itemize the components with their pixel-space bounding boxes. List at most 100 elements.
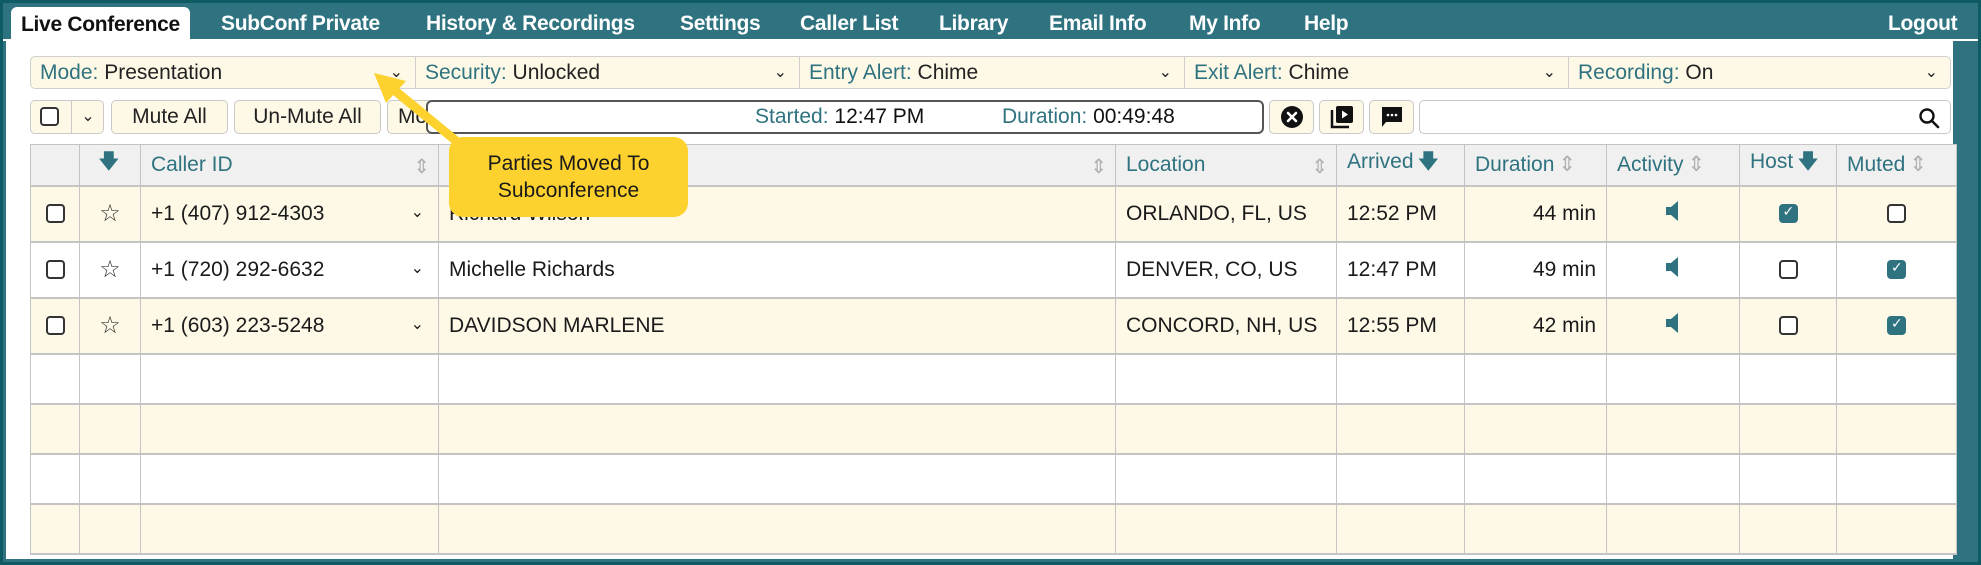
chat-bubble-icon <box>1381 107 1402 127</box>
header-activity[interactable]: Activity ⇕ <box>1606 144 1740 186</box>
chevron-down-icon[interactable]: ⌄ <box>411 202 424 222</box>
callout-tooltip: Parties Moved To Subconference <box>449 137 688 217</box>
empty-cell <box>1115 403 1337 454</box>
empty-cell <box>79 453 141 504</box>
sort-updown-icon: ⇕ <box>1558 153 1576 177</box>
playlist-button[interactable] <box>1319 100 1364 134</box>
empty-cell <box>1464 353 1607 404</box>
host-checkbox[interactable] <box>1778 203 1798 224</box>
header-favorite-sort[interactable]: 🡇 <box>79 144 141 186</box>
logout-button[interactable]: Logout <box>1888 6 1958 41</box>
arrived-cell: 12:52 PM <box>1336 185 1465 242</box>
row-checkbox[interactable] <box>45 260 65 280</box>
select-all-checkbox[interactable] <box>40 107 59 126</box>
tab-settings[interactable]: Settings <box>680 6 761 41</box>
favorite-cell: ☆ <box>79 185 141 242</box>
mode-dropdown[interactable]: Mode: Presentation ⌄ <box>31 57 416 88</box>
tab-live-conference[interactable]: Live Conference <box>11 7 190 43</box>
empty-cell <box>30 503 80 554</box>
recording-dropdown[interactable]: Recording: On ⌄ <box>1569 57 1950 88</box>
tab-library[interactable]: Library <box>939 6 1008 41</box>
empty-cell <box>438 403 1116 454</box>
header-location[interactable]: Location ⇕ <box>1115 144 1337 186</box>
row-select-cell <box>30 185 80 242</box>
empty-cell <box>1336 353 1465 404</box>
empty-cell <box>140 353 439 404</box>
row-checkbox[interactable] <box>45 204 65 224</box>
star-icon[interactable]: ☆ <box>99 312 121 339</box>
empty-cell <box>1336 503 1465 554</box>
muted-checkbox[interactable] <box>1887 204 1906 224</box>
empty-cell <box>1336 403 1465 454</box>
sort-updown-icon: ⇕ <box>1687 153 1706 177</box>
conference-settings-bar: Mode: Presentation ⌄ Security: Unlocked … <box>30 56 1951 89</box>
started-label: Started: <box>755 105 829 128</box>
tab-subconf-private[interactable]: SubConf Private <box>221 6 380 41</box>
header-muted[interactable]: Muted ⇕ <box>1836 144 1957 186</box>
empty-cell <box>30 453 80 504</box>
empty-cell <box>140 403 439 454</box>
empty-table-row <box>30 353 1957 404</box>
table-row[interactable]: ☆ +1 (603) 223-5248 ⌄ DAVIDSON MARLENE CONCO… <box>30 297 1957 354</box>
muted-cell <box>1836 241 1957 298</box>
tab-history-recordings[interactable]: History & Recordings <box>426 6 635 41</box>
empty-cell <box>1606 403 1740 454</box>
host-checkbox[interactable] <box>1778 316 1798 336</box>
chevron-down-icon[interactable]: ⌄ <box>411 258 424 278</box>
arrow-down-icon: 🡇 <box>98 150 120 174</box>
chevron-down-icon[interactable]: ⌄ <box>411 314 424 334</box>
empty-cell <box>1464 503 1607 554</box>
tab-help[interactable]: Help <box>1304 6 1349 41</box>
star-icon[interactable]: ☆ <box>99 200 121 227</box>
empty-cell <box>140 453 439 504</box>
chat-button[interactable] <box>1369 100 1414 134</box>
mute-all-button[interactable]: Mute All <box>111 100 228 134</box>
empty-cell <box>1739 503 1837 554</box>
empty-cell <box>79 503 141 554</box>
header-arrived[interactable]: Arrived 🡇 <box>1336 144 1465 186</box>
empty-cell <box>1836 453 1957 504</box>
header-select <box>30 144 80 186</box>
table-row[interactable]: ☆ +1 (720) 292-6632 ⌄ Michelle Richards DENV… <box>30 241 1957 298</box>
row-checkbox[interactable] <box>45 316 65 336</box>
empty-cell <box>1115 353 1337 404</box>
search-input[interactable] <box>1426 101 1906 131</box>
video-library-icon <box>1330 106 1353 129</box>
empty-cell <box>438 503 1116 554</box>
activity-cell <box>1606 185 1740 242</box>
tab-caller-list[interactable]: Caller List <box>800 6 899 41</box>
tab-my-info[interactable]: My Info <box>1189 6 1261 41</box>
empty-cell <box>438 353 1116 404</box>
header-duration[interactable]: Duration ⇕ <box>1464 144 1607 186</box>
empty-table-row <box>30 403 1957 454</box>
arrow-down-icon: 🡇 <box>1797 150 1819 174</box>
entry-alert-dropdown[interactable]: Entry Alert: Chime ⌄ <box>800 57 1185 88</box>
caller-id-cell: +1 (603) 223-5248 ⌄ <box>140 297 439 354</box>
host-cell <box>1739 241 1837 298</box>
unmute-all-button[interactable]: Un-Mute All <box>234 100 381 134</box>
end-conference-button[interactable] <box>1269 100 1314 134</box>
empty-cell <box>1739 353 1837 404</box>
empty-cell <box>79 403 141 454</box>
empty-cell <box>1464 453 1607 504</box>
row-select-cell <box>30 241 80 298</box>
empty-cell <box>1606 453 1740 504</box>
select-menu-chevron-icon[interactable]: ⌄ <box>71 101 104 133</box>
muted-checkbox[interactable] <box>1887 259 1906 280</box>
header-host[interactable]: Host 🡇 <box>1739 144 1837 186</box>
arrived-cell: 12:55 PM <box>1336 297 1465 354</box>
search-icon[interactable] <box>1918 107 1940 129</box>
star-icon[interactable]: ☆ <box>99 256 121 283</box>
muted-checkbox[interactable] <box>1887 315 1906 336</box>
tab-email-info[interactable]: Email Info <box>1049 6 1147 41</box>
host-checkbox[interactable] <box>1778 260 1798 280</box>
table-row[interactable]: ☆+1 (407) 912-4303⌄Richard WilsonORLANDO… <box>30 185 1957 242</box>
empty-cell <box>1606 503 1740 554</box>
host-cell <box>1739 185 1837 242</box>
speaker-icon <box>1666 200 1678 221</box>
favorite-cell: ☆ <box>79 297 141 354</box>
search-field[interactable] <box>1419 100 1951 134</box>
exit-alert-dropdown[interactable]: Exit Alert: Chime ⌄ <box>1185 57 1569 88</box>
duration-cell: 42 min <box>1464 297 1607 354</box>
chevron-down-icon: ⌄ <box>1542 64 1556 81</box>
